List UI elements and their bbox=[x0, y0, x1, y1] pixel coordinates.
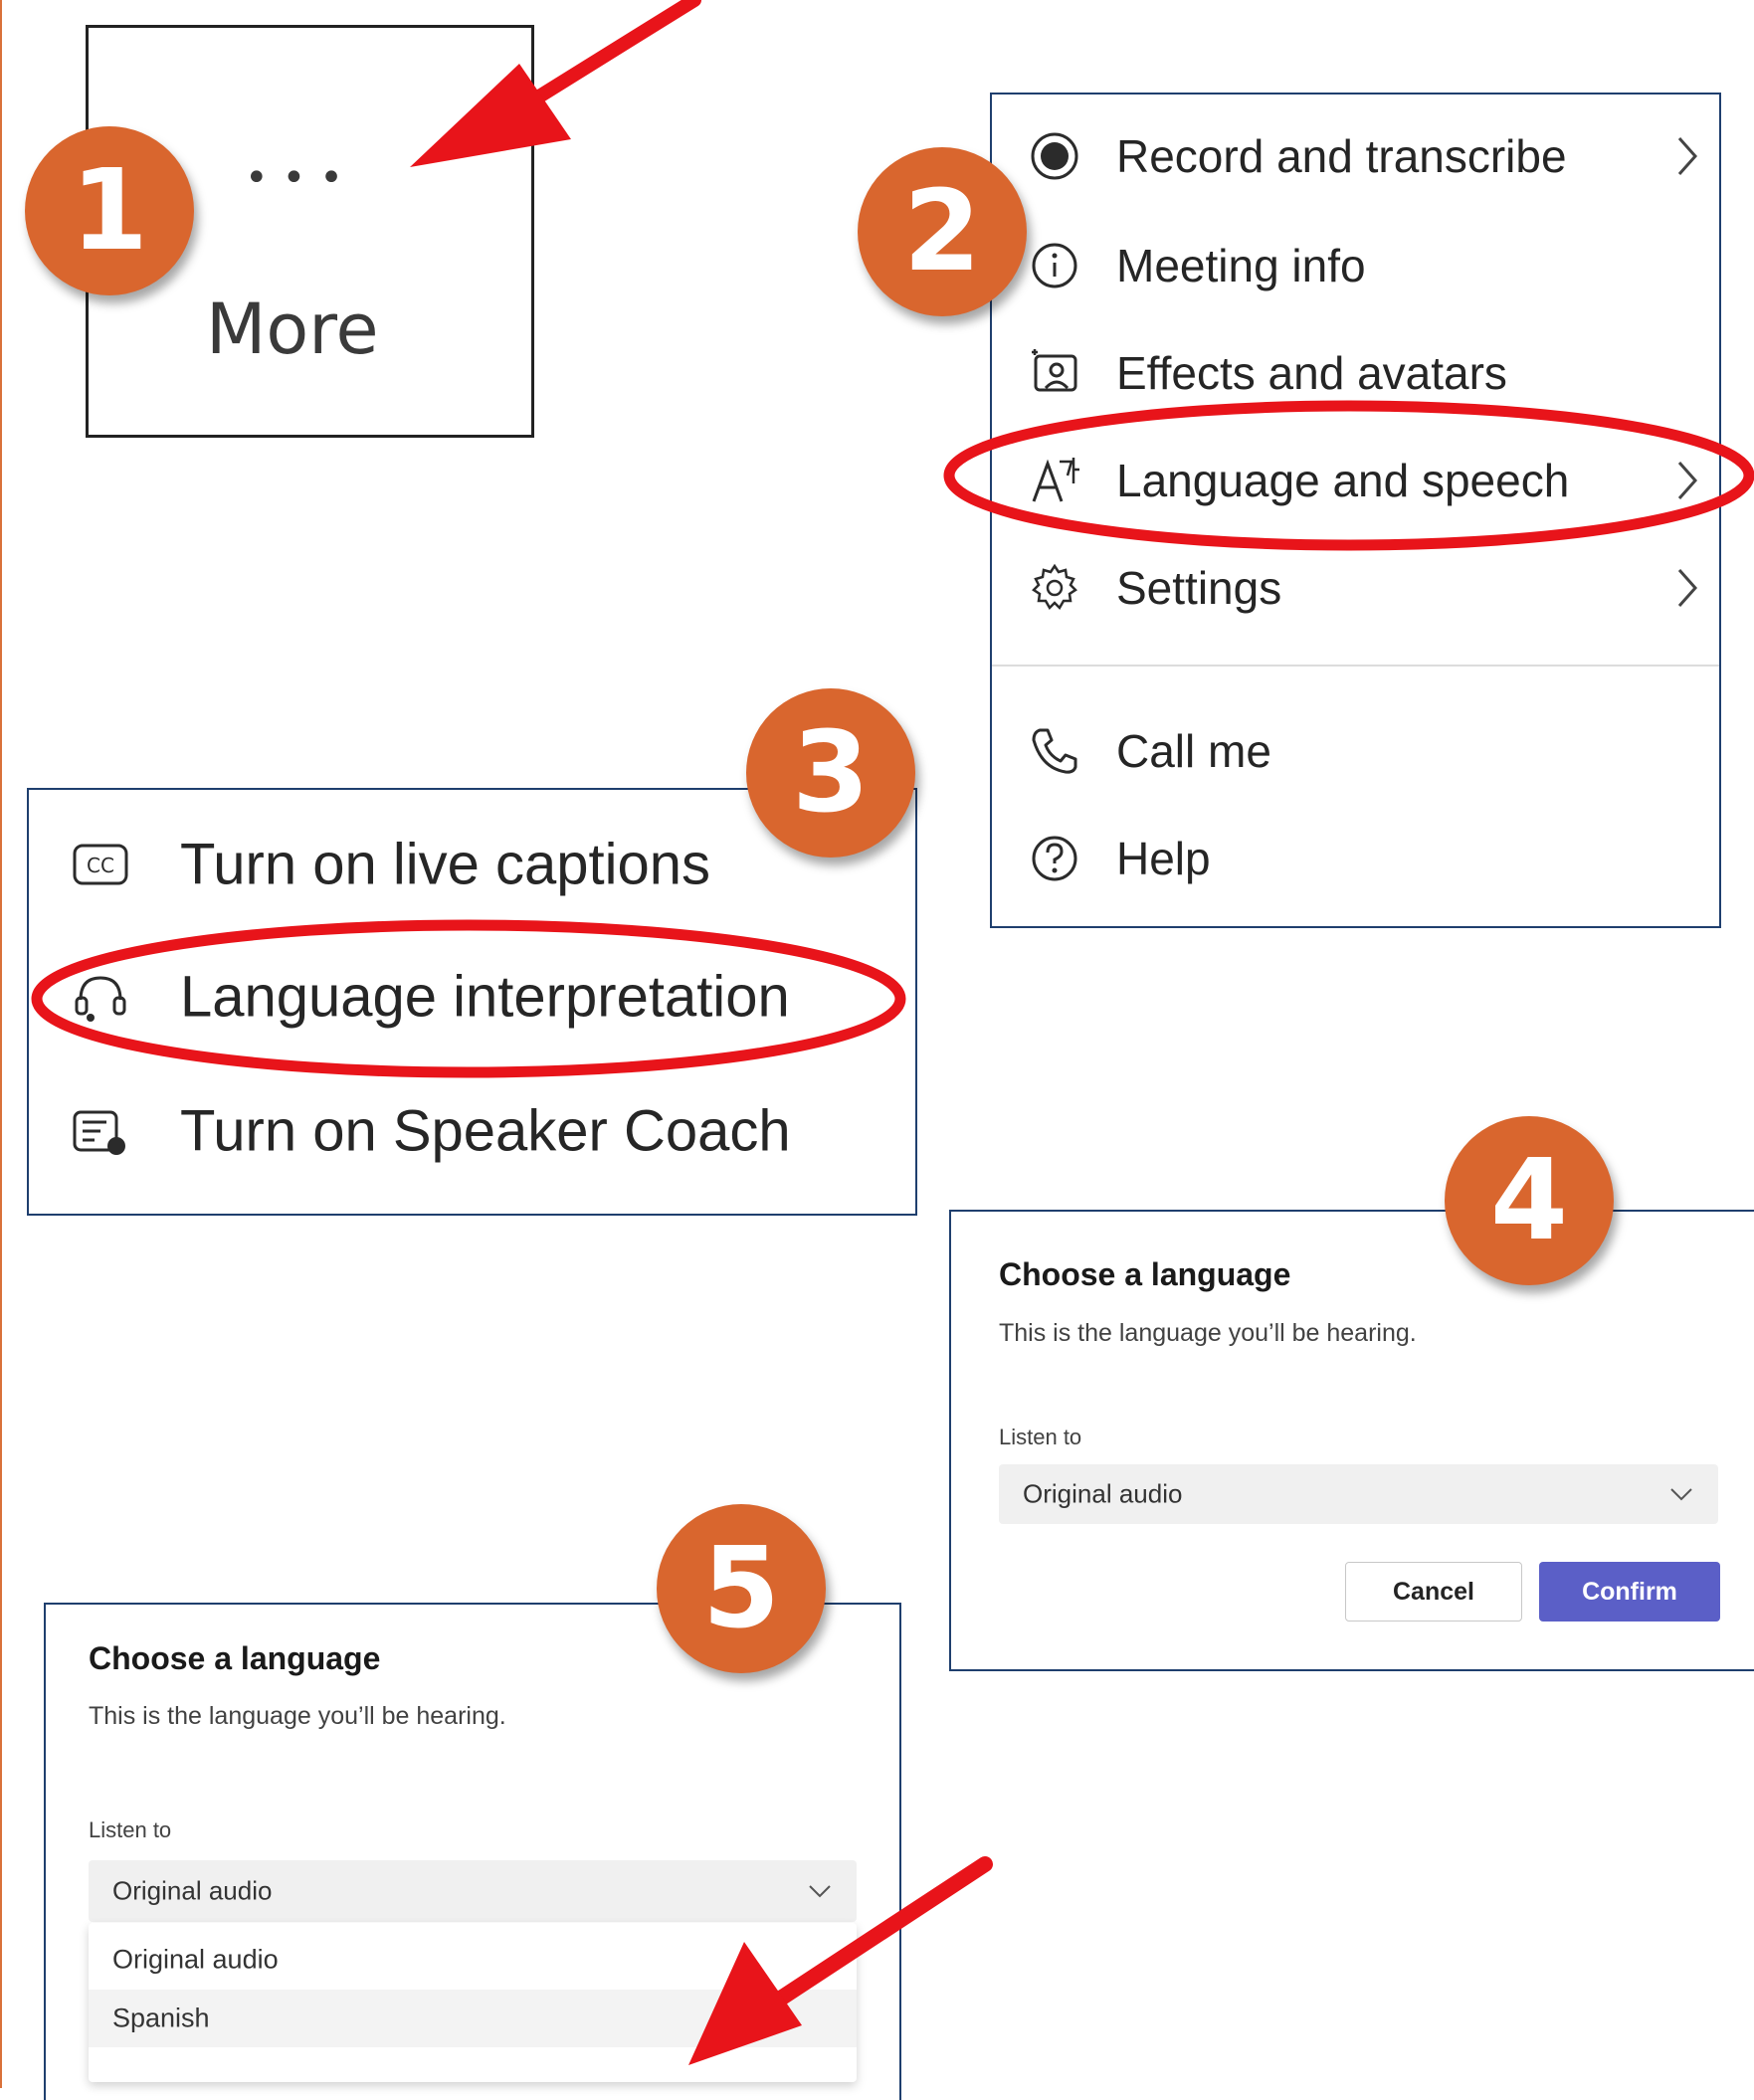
submenu-item-speaker-coach[interactable]: Turn on Speaker Coach bbox=[29, 1071, 915, 1191]
phone-icon bbox=[1032, 728, 1077, 774]
chevron-right-icon bbox=[1677, 137, 1698, 175]
language-speech-submenu: CC Turn on live captions Language interp… bbox=[27, 788, 917, 1216]
left-accent-bar bbox=[0, 0, 2, 2088]
menu-item-label: Effects and avatars bbox=[1116, 347, 1507, 399]
menu-item-meeting-info[interactable]: Meeting info bbox=[992, 216, 1719, 315]
menu-item-settings[interactable]: Settings bbox=[992, 538, 1719, 638]
dialog-title: Choose a language bbox=[89, 1640, 381, 1676]
menu-item-language-and-speech[interactable]: Language and speech bbox=[992, 431, 1719, 530]
submenu-item-label: Turn on Speaker Coach bbox=[180, 1098, 791, 1164]
listen-to-label: Listen to bbox=[999, 1425, 1082, 1449]
submenu-item-label: Turn on live captions bbox=[180, 832, 711, 897]
confirm-button[interactable]: Confirm bbox=[1539, 1562, 1720, 1622]
svg-text:CC: CC bbox=[87, 854, 114, 877]
submenu-item-language-interpretation[interactable]: Language interpretation bbox=[29, 937, 915, 1056]
language-select-value: Original audio bbox=[1023, 1478, 1183, 1509]
headset-icon bbox=[75, 976, 126, 1022]
more-dots-icon[interactable]: ••• bbox=[245, 155, 357, 201]
dialog-title: Choose a language bbox=[999, 1256, 1291, 1292]
help-icon bbox=[1032, 836, 1077, 881]
menu-item-label: Call me bbox=[1116, 725, 1271, 777]
choose-language-dialog-open: Choose a language This is the language y… bbox=[44, 1603, 901, 2100]
menu-item-label: Help bbox=[1116, 833, 1211, 884]
menu-item-label: Record and transcribe bbox=[1116, 130, 1567, 182]
chevron-down-icon bbox=[809, 1885, 831, 1898]
gear-icon bbox=[1032, 563, 1077, 611]
cc-icon: CC bbox=[73, 844, 128, 885]
step-badge-5: 5 bbox=[657, 1504, 826, 1673]
choose-language-dialog: Choose a language This is the language y… bbox=[949, 1210, 1754, 1671]
language-option-spanish[interactable]: Spanish bbox=[89, 1990, 857, 2047]
menu-item-effects-and-avatars[interactable]: Effects and avatars bbox=[992, 323, 1719, 423]
language-icon bbox=[1032, 458, 1079, 502]
language-option-original-audio[interactable]: Original audio bbox=[89, 1931, 857, 1989]
more-button-label[interactable]: More bbox=[206, 288, 379, 370]
chevron-right-icon bbox=[1677, 569, 1698, 607]
speaker-coach-icon bbox=[73, 1110, 125, 1155]
more-options-menu: Record and transcribe Meeting info Effec… bbox=[990, 93, 1721, 928]
step-badge-4: 4 bbox=[1445, 1116, 1614, 1285]
menu-item-call-me[interactable]: Call me bbox=[992, 701, 1719, 801]
language-select[interactable]: Original audio bbox=[89, 1860, 857, 1922]
menu-divider bbox=[992, 665, 1719, 667]
submenu-item-label: Language interpretation bbox=[180, 964, 790, 1030]
menu-item-help[interactable]: Help bbox=[992, 809, 1719, 908]
dialog-subtitle: This is the language you’ll be hearing. bbox=[89, 1702, 506, 1730]
record-icon bbox=[1031, 132, 1078, 180]
option-label: Spanish bbox=[112, 2003, 210, 2033]
language-select-value: Original audio bbox=[112, 1875, 273, 1906]
menu-item-label: Settings bbox=[1116, 562, 1282, 614]
dialog-subtitle: This is the language you’ll be hearing. bbox=[999, 1319, 1417, 1347]
step-badge-3: 3 bbox=[746, 688, 915, 858]
effects-icon bbox=[1032, 349, 1077, 392]
listen-to-label: Listen to bbox=[89, 1817, 172, 1842]
info-icon bbox=[1032, 243, 1077, 288]
chevron-right-icon bbox=[1677, 462, 1698, 499]
chevron-down-icon bbox=[1670, 1488, 1692, 1501]
step-badge-1: 1 bbox=[25, 126, 194, 295]
menu-item-label: Meeting info bbox=[1116, 240, 1366, 291]
language-dropdown-list: Original audio Spanish bbox=[89, 1923, 857, 2082]
menu-item-record-and-transcribe[interactable]: Record and transcribe bbox=[992, 106, 1719, 206]
cancel-button[interactable]: Cancel bbox=[1345, 1562, 1522, 1622]
option-label: Original audio bbox=[112, 1944, 279, 1975]
language-select[interactable]: Original audio bbox=[999, 1464, 1718, 1524]
menu-item-label: Language and speech bbox=[1116, 455, 1570, 506]
step-badge-2: 2 bbox=[858, 147, 1027, 316]
